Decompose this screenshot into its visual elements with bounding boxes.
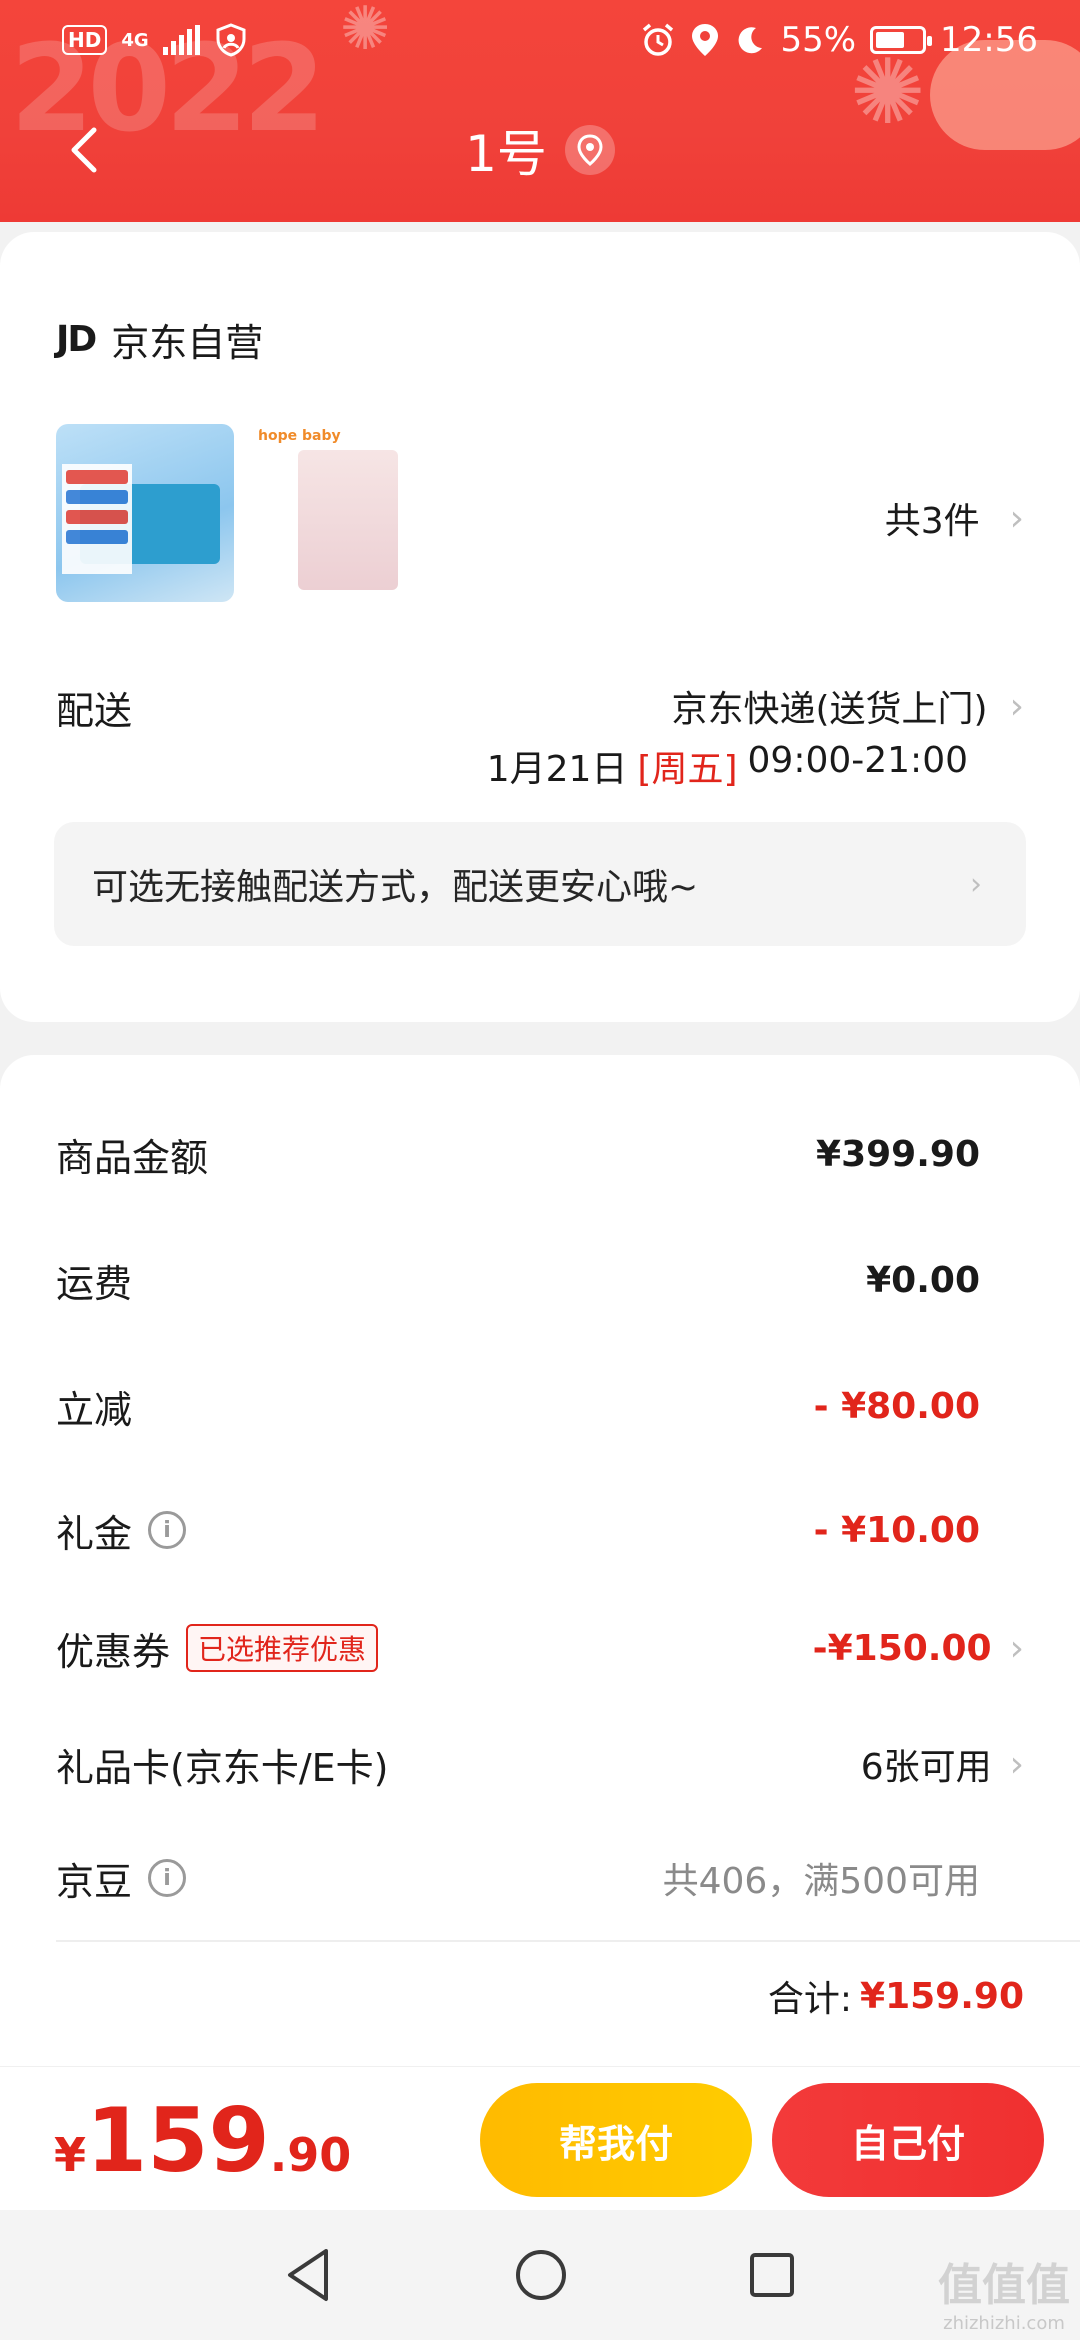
product-thumbnail-diapers[interactable]: hope baby: [258, 424, 436, 602]
contactless-delivery-option[interactable]: 可选无接触配送方式，配送更安心哦~ ›: [54, 822, 1026, 946]
delivery-time-window: 09:00-21:00: [747, 740, 968, 781]
item-count-row[interactable]: 共3件 ›: [885, 492, 1024, 544]
total-amount: ¥159.90: [860, 1975, 1024, 2017]
divider: [56, 1940, 1080, 1942]
nav-back-icon[interactable]: [284, 2247, 334, 2303]
price-decimal: .90: [269, 2128, 352, 2182]
header: 2022 ✺ ✺ HD 4G 55% 12:56 1号: [0, 0, 1080, 222]
battery-icon: [870, 26, 933, 54]
shipping-fee-value: ¥0.00: [866, 1259, 980, 1301]
gift-cash-label: 礼金: [56, 1511, 133, 1556]
back-arrow-icon[interactable]: [58, 122, 114, 178]
nav-home-icon[interactable]: [514, 2248, 568, 2302]
watermark: 值值值 zhizhizhi.com: [938, 2249, 1070, 2334]
chevron-right-icon: ›: [1009, 1627, 1024, 1669]
shop-name: 京东自营: [111, 321, 264, 365]
delivery-label: 配送: [56, 689, 133, 733]
payable-price: ¥ 159 .90: [54, 2089, 351, 2192]
fee-row-gift-cash: 礼金 i - ¥10.00: [56, 1500, 1024, 1560]
delivery-date: 1月21日: [486, 749, 628, 790]
delivery-method-selector[interactable]: 京东快递(送货上门) ›: [672, 680, 1025, 732]
price-summary-card: [0, 1055, 1080, 2070]
system-navigation-bar: 值值值 zhizhizhi.com: [0, 2210, 1080, 2340]
signal-icon: [162, 25, 200, 55]
shipping-fee-label: 运费: [56, 1261, 133, 1306]
info-icon[interactable]: i: [148, 1859, 187, 1897]
chevron-right-icon: ›: [970, 866, 982, 902]
hd-icon: HD: [62, 25, 108, 55]
fee-row-jingdou: 京豆 i 共406，满500可用: [56, 1848, 1024, 1908]
nav-row: 1号: [0, 100, 1080, 200]
page-title: 1号: [465, 125, 547, 183]
chevron-right-icon: ›: [1009, 1743, 1024, 1785]
clock: 12:56: [940, 20, 1038, 60]
gift-card-label: 礼品卡(京东卡/E卡): [56, 1745, 389, 1790]
pay-myself-button[interactable]: 自己付: [772, 2083, 1044, 2197]
product-thumbnail-wipes[interactable]: [56, 424, 234, 602]
watermark-logo: 值值值: [938, 2260, 1070, 2311]
total-row: 合计: ¥159.90: [768, 1970, 1024, 2022]
product-brand-label: hope baby: [258, 428, 341, 444]
goods-amount-value: ¥399.90: [816, 1133, 980, 1175]
price-currency: ¥: [54, 2128, 87, 2182]
price-integer: 159: [86, 2089, 270, 2192]
status-bar: HD 4G 55% 12:56: [0, 0, 1080, 80]
coupon-value: -¥150.00: [812, 1627, 992, 1669]
coupon-label: 优惠券: [56, 1629, 171, 1674]
jd-logo-icon: JD: [56, 319, 97, 360]
vpn-shield-icon: [216, 23, 246, 57]
chevron-right-icon: ›: [1009, 685, 1024, 727]
coupon-recommended-tag: 已选推荐优惠: [186, 1624, 379, 1672]
order-items-card: JD 京东自营 hope baby 共3件 › 配送 京东快递(送货上门) › …: [0, 232, 1080, 1022]
instant-discount-value: - ¥80.00: [813, 1385, 980, 1427]
info-icon[interactable]: i: [148, 1511, 187, 1549]
product-thumbnails[interactable]: hope baby: [56, 424, 436, 602]
help-me-pay-button[interactable]: 帮我付: [480, 2083, 752, 2197]
watermark-site: zhizhizhi.com: [943, 2313, 1065, 2334]
gift-cash-value: - ¥10.00: [813, 1509, 980, 1551]
fee-row-gift-card[interactable]: 礼品卡(京东卡/E卡) 6张可用 ›: [56, 1734, 1024, 1794]
shop-row: JD 京东自营: [56, 312, 263, 367]
item-count: 共3件: [884, 501, 980, 542]
fee-row-discount: 立减 - ¥80.00: [56, 1376, 1024, 1436]
delivery-time: 1月21日 [周五] 09:00-21:00: [487, 740, 968, 792]
fee-row-coupon[interactable]: 优惠券 已选推荐优惠 -¥150.00 ›: [56, 1618, 1024, 1678]
fee-row-goods: 商品金额 ¥399.90: [56, 1124, 1024, 1184]
battery-percent: 55%: [780, 20, 857, 60]
jingdou-value: 共406，满500可用: [662, 1861, 980, 1902]
location-icon: [692, 24, 719, 56]
checkout-bar: ¥ 159 .90 帮我付 自己付: [0, 2066, 1080, 2210]
jingdou-label: 京豆: [56, 1859, 133, 1904]
delivery-weekday: [周五]: [637, 749, 738, 790]
goods-amount-label: 商品金额: [56, 1135, 209, 1180]
nav-recents-icon[interactable]: [748, 2251, 796, 2299]
network-type: 4G: [121, 29, 149, 51]
address-location-icon[interactable]: [564, 125, 615, 175]
fee-row-shipping: 运费 ¥0.00: [56, 1250, 1024, 1310]
gift-card-value: 6张可用: [860, 1747, 992, 1788]
instant-discount-label: 立减: [56, 1387, 133, 1432]
contactless-notice: 可选无接触配送方式，配送更安心哦~: [92, 867, 699, 908]
moon-icon: [739, 27, 763, 54]
chevron-right-icon: ›: [1009, 497, 1024, 539]
delivery-method: 京东快递(送货上门): [671, 689, 988, 730]
alarm-icon: [643, 23, 674, 56]
total-label: 合计:: [767, 1979, 853, 2020]
